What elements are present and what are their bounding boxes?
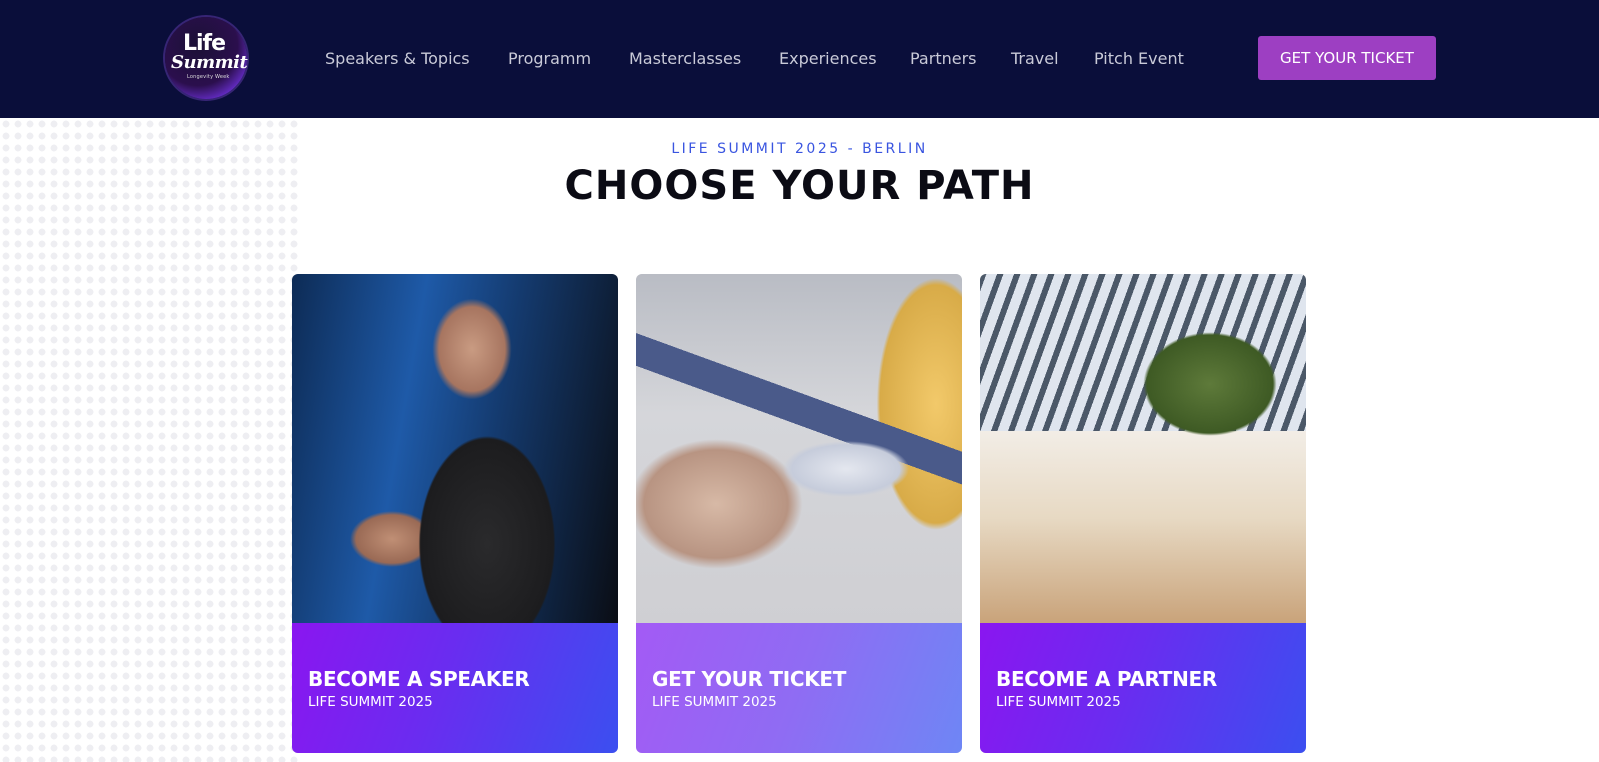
logo-tagline: Longevity Week [187,74,230,80]
life-summit-logo[interactable]: Life Summit Longevity Week [165,17,248,99]
exhibition-hall-image [980,274,1306,623]
card-subtitle: LIFE SUMMIT 2025 [996,694,1121,710]
nav-item-partners[interactable]: Partners [910,46,976,70]
card-title: BECOME A SPEAKER [308,667,530,691]
top-navigation-bar: Life Summit Longevity Week Speakers & To… [0,0,1599,118]
nav-link-label[interactable]: Speakers & Topics [325,49,470,68]
logo-text-summit: Summit [171,52,248,73]
card-get-your-ticket[interactable]: GET YOUR TICKET LIFE SUMMIT 2025 [636,274,962,753]
nav-link-label[interactable]: Pitch Event [1094,49,1184,68]
nav-link-label[interactable]: Travel [1011,49,1059,68]
nav-item-programm[interactable]: Programm [508,46,591,70]
card-become-a-partner[interactable]: BECOME A PARTNER LIFE SUMMIT 2025 [980,274,1306,753]
nav-link-label[interactable]: Experiences [779,49,877,68]
card-subtitle: LIFE SUMMIT 2025 [308,694,433,710]
card-subtitle: LIFE SUMMIT 2025 [652,694,777,710]
nav-item-masterclasses[interactable]: Masterclasses [629,46,741,70]
page-title: CHOOSE YOUR PATH [564,163,1035,209]
nav-link-label[interactable]: Masterclasses [629,49,741,68]
nav-item-speakers-topics[interactable]: Speakers & Topics [325,46,470,70]
dotted-world-map-background [0,118,300,762]
nav-link-label[interactable]: Programm [508,49,591,68]
nav-item-experiences[interactable]: Experiences [779,46,877,70]
get-your-ticket-button[interactable]: GET YOUR TICKET [1258,36,1436,80]
card-title: GET YOUR TICKET [652,667,847,691]
nav-item-pitch-event[interactable]: Pitch Event [1094,46,1184,70]
nav-link-label[interactable]: Partners [910,49,976,68]
card-become-a-speaker[interactable]: BECOME A SPEAKER LIFE SUMMIT 2025 [292,274,618,753]
speaker-on-stage-image [292,274,618,623]
card-title: BECOME A PARTNER [996,667,1218,691]
section-kicker: LIFE SUMMIT 2025 - BERLIN [671,141,928,157]
nav-item-travel[interactable]: Travel [1011,46,1059,70]
ticket-handover-image [636,274,962,623]
